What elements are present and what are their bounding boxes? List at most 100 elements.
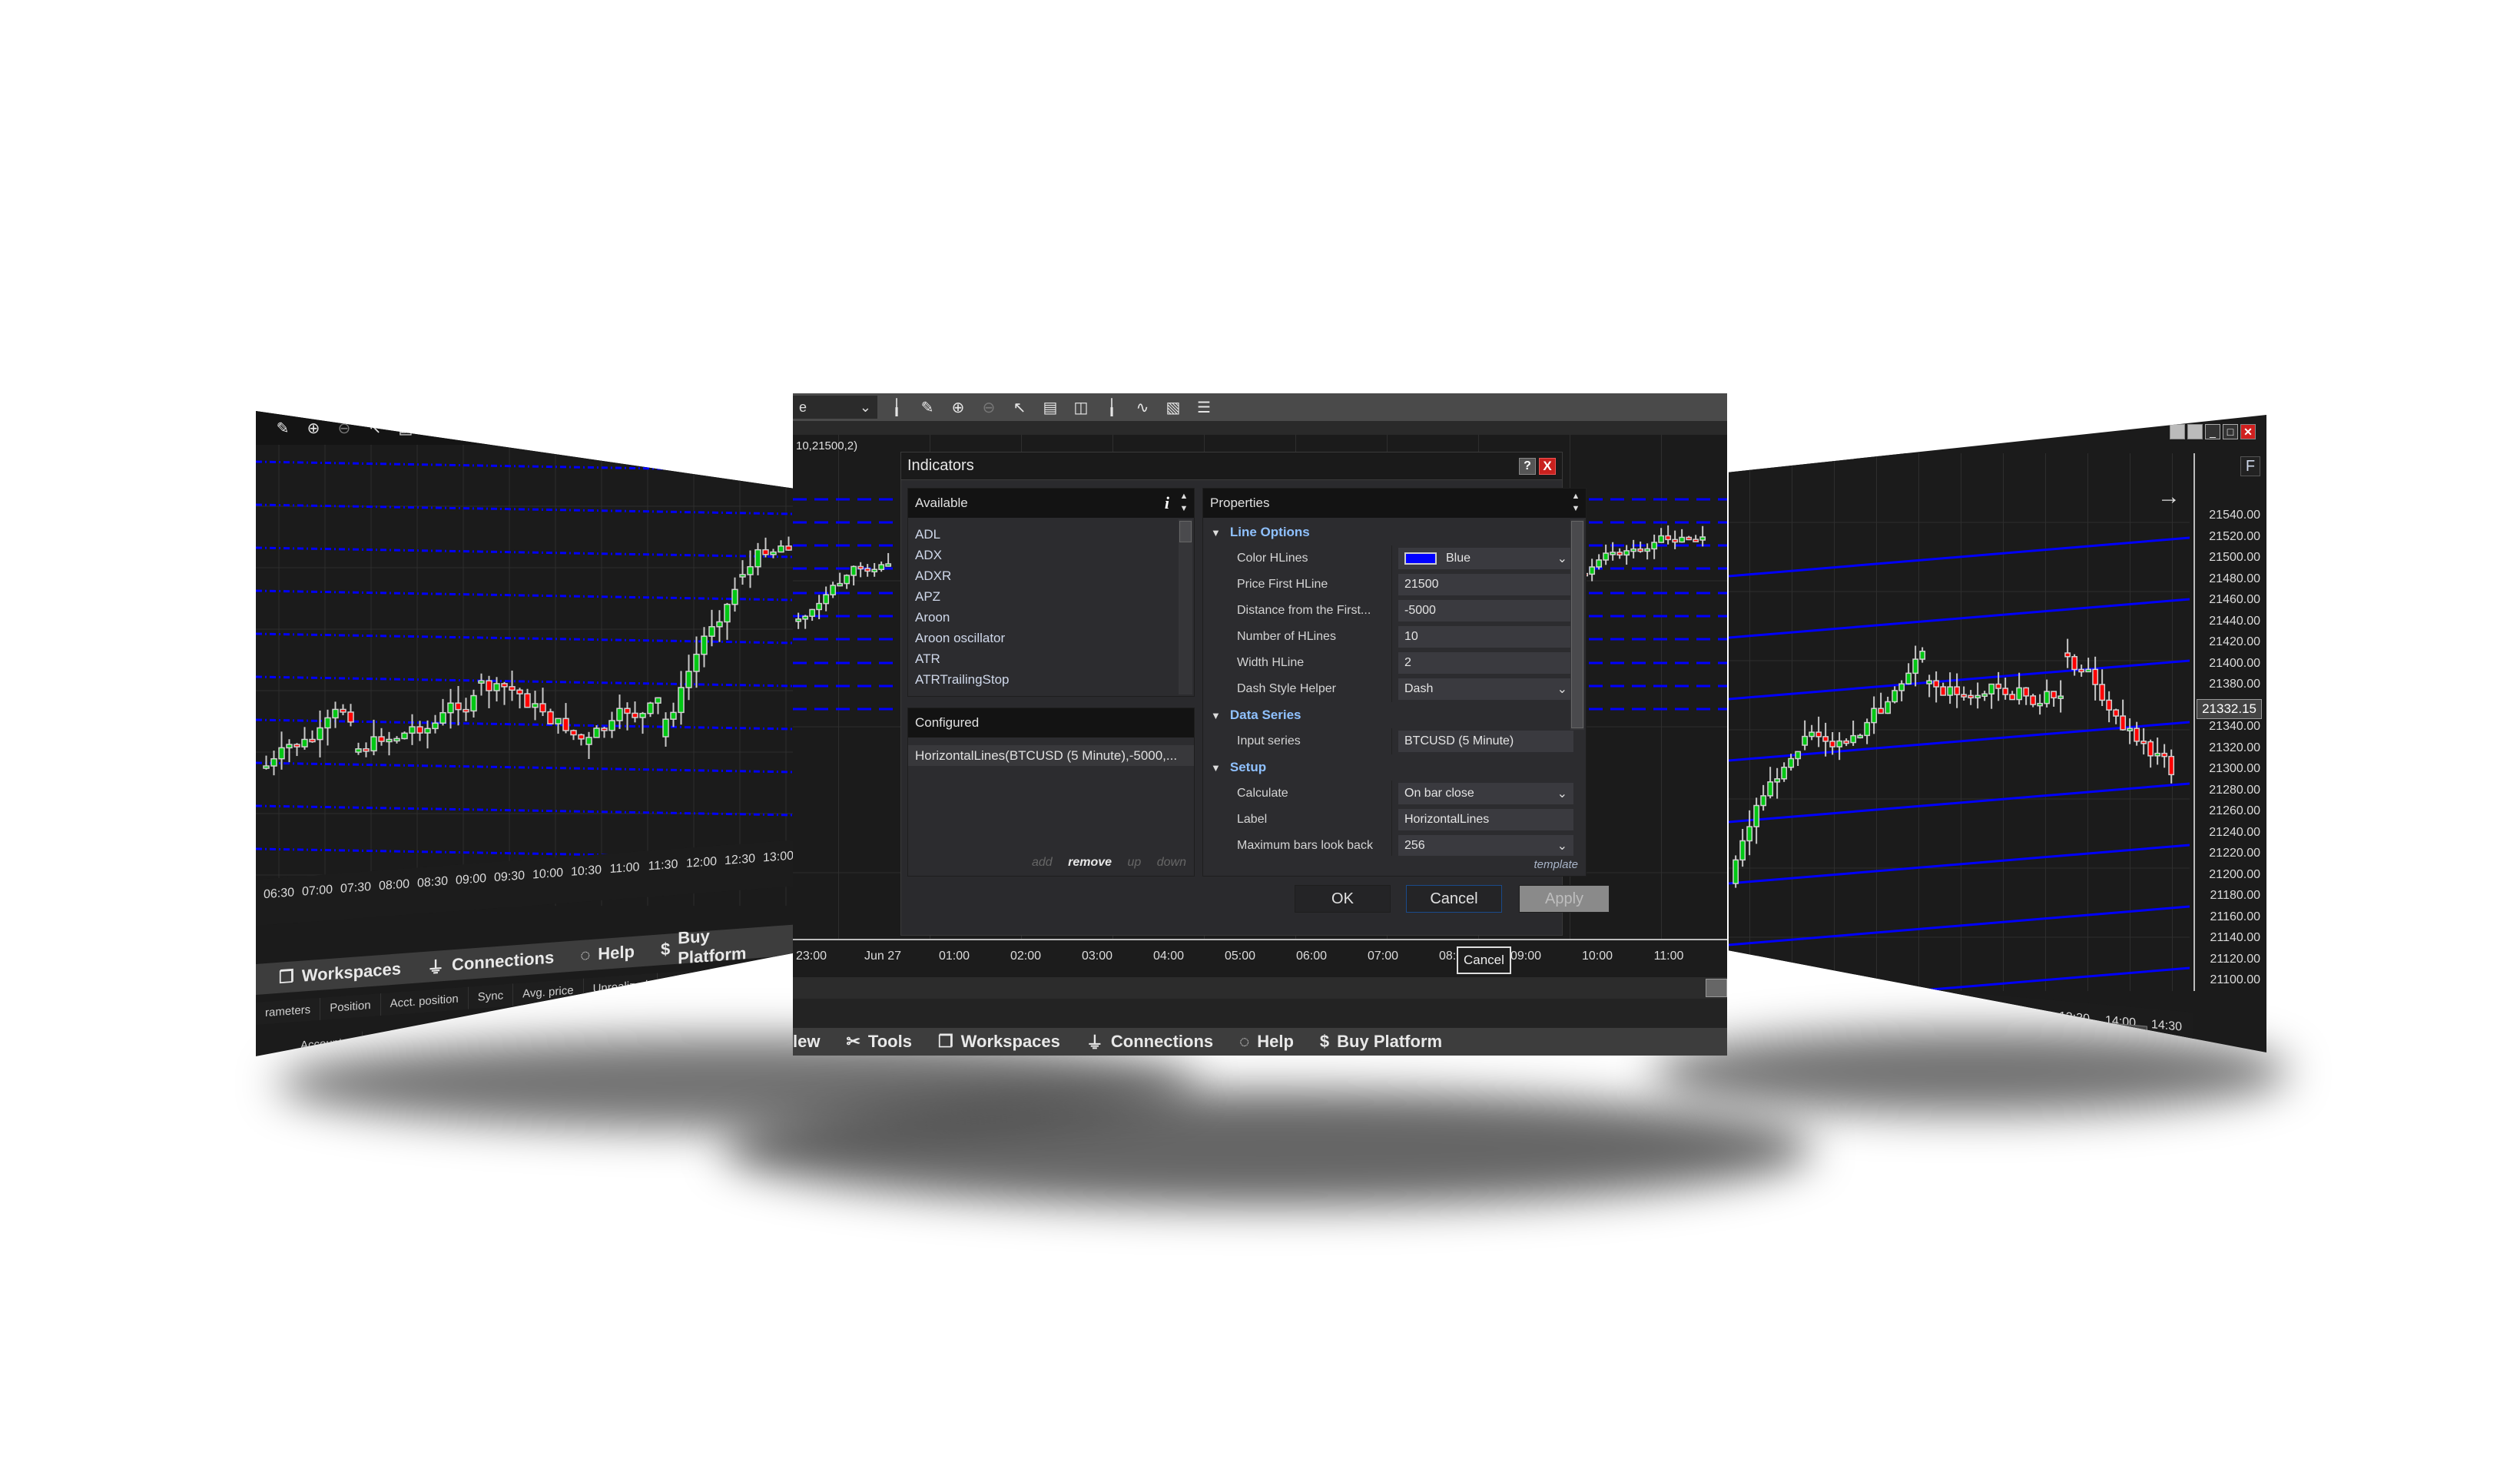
available-indicator[interactable]: ADX	[908, 545, 1194, 565]
grid-column-header[interactable]: Realized	[658, 968, 722, 996]
pointer-icon[interactable]: ↖	[363, 416, 386, 439]
property-input[interactable]: 21500	[1398, 574, 1573, 595]
property-select[interactable]: On bar close ⌄	[1398, 783, 1573, 804]
zoom-out-icon[interactable]: ⊖	[333, 416, 356, 439]
maximize-icon[interactable]: □	[2223, 424, 2238, 439]
sort-arrows-icon[interactable]: ▲ ▼	[1569, 490, 1583, 515]
property-select[interactable]: 256 ⌄	[1398, 835, 1573, 856]
available-scroll-thumb[interactable]	[1179, 521, 1192, 542]
template-link[interactable]: template	[1534, 858, 1578, 871]
properties-icon[interactable]: ◫	[1069, 396, 1093, 419]
available-indicator[interactable]: Aroon	[908, 607, 1194, 628]
property-input[interactable]: -5000	[1398, 600, 1573, 621]
grid-column-header[interactable]: rameters	[256, 997, 321, 1025]
bar-chart-icon[interactable]: ╽	[1100, 396, 1123, 419]
zoom-in-icon[interactable]: ⊕	[302, 416, 325, 439]
properties-icon[interactable]: ◫	[425, 416, 448, 439]
left-chart-area[interactable]	[256, 445, 794, 906]
minimize-icon[interactable]: _	[2205, 424, 2220, 439]
collapse-triangle-icon[interactable]: ▼	[1211, 762, 1221, 774]
strategy-icon[interactable]: ▧	[517, 416, 540, 439]
property-input[interactable]: 10	[1398, 626, 1573, 648]
menu-item-connections[interactable]: ⏚ Connections	[427, 945, 554, 979]
tab-accounts[interactable]: Accounts	[287, 1031, 363, 1056]
property-input[interactable]: HorizontalLines	[1398, 809, 1573, 830]
property-input[interactable]: BTCUSD (5 Minute)	[1398, 731, 1573, 752]
remove-button[interactable]: remove	[1068, 856, 1112, 869]
zoom-in-icon[interactable]: ⊕	[947, 396, 970, 419]
add-button[interactable]: add	[1032, 856, 1053, 869]
cancel-button[interactable]: Cancel	[1406, 885, 1502, 913]
grid-column-header[interactable]: Unrealized	[583, 973, 658, 1001]
property-select[interactable]: Blue ⌄	[1398, 548, 1573, 569]
tab-log[interactable]: Log	[362, 1028, 410, 1051]
strategy-icon[interactable]: ▧	[1162, 396, 1185, 419]
menu-item-help[interactable]: ◌ Help	[1239, 1032, 1294, 1052]
menu-item-workspaces[interactable]: ❐ Workspaces	[279, 959, 401, 988]
drawing-tools-icon[interactable]: ∿	[486, 416, 509, 439]
property-select[interactable]: Dash ⌄	[1398, 678, 1573, 700]
bar-chart-icon[interactable]: ╽	[885, 396, 908, 419]
property-category[interactable]: ▼ Setup	[1203, 754, 1586, 781]
list-icon[interactable]: ☰	[1192, 396, 1215, 419]
available-indicator[interactable]: ATR	[908, 648, 1194, 669]
grid-column-header[interactable]: Acct. position	[380, 986, 469, 1016]
menu-item-help[interactable]: ◌ Help	[580, 942, 635, 966]
sort-arrows-icon[interactable]: ▲ ▼	[1177, 490, 1191, 515]
close-button[interactable]: X	[1539, 457, 1556, 475]
menu-item-connections[interactable]: ⏚ Connections	[1086, 1029, 1213, 1054]
property-category[interactable]: ▼ Line Options	[1203, 519, 1586, 545]
available-indicator[interactable]: ADXR	[908, 565, 1194, 586]
add-tab-button[interactable]: +	[410, 1025, 446, 1048]
data-box-icon[interactable]: ▤	[1039, 396, 1062, 419]
dialog-title-bar[interactable]: Indicators ? X	[901, 452, 1562, 480]
candle-bear	[1672, 539, 1679, 543]
up-button[interactable]: up	[1128, 856, 1142, 869]
pointer-icon[interactable]: ↖	[1008, 396, 1031, 419]
tile-icon[interactable]	[2170, 424, 2185, 439]
collapse-triangle-icon[interactable]: ▼	[1211, 527, 1221, 539]
grid-column-header[interactable]: Avg. price	[513, 978, 584, 1006]
property-input[interactable]: 2	[1398, 652, 1573, 674]
ok-button[interactable]: OK	[1295, 885, 1391, 913]
menu-item-workspaces[interactable]: ❐ Workspaces	[938, 1032, 1060, 1052]
property-category[interactable]: ▼ Data Series	[1203, 702, 1586, 728]
menu-item-buy-platform[interactable]: $ Buy Platform	[661, 922, 768, 970]
properties-scroll-thumb[interactable]	[1571, 521, 1583, 728]
center-horizontal-scrollbar[interactable]	[793, 977, 1727, 999]
arrow-right-icon[interactable]: →	[2157, 484, 2180, 510]
apply-button[interactable]: Apply	[1519, 885, 1610, 913]
scrollbar-thumb[interactable]	[1706, 979, 1727, 997]
zoom-out-icon[interactable]: ⊖	[977, 396, 1000, 419]
menu-item-buy-platform[interactable]: $ Buy Platform	[1320, 1032, 1442, 1052]
pencil-icon[interactable]: ✎	[916, 396, 939, 419]
properties-scrollbar[interactable]	[1570, 519, 1584, 730]
menu-item-tools[interactable]: ✂ Tools	[846, 1032, 911, 1052]
list-icon[interactable]: ☰	[548, 416, 571, 439]
available-indicator[interactable]: Aroon oscillator	[908, 628, 1194, 648]
right-chart-area[interactable]: →	[1729, 453, 2190, 991]
property-value-wrap: 2	[1404, 656, 1411, 670]
available-scrollbar[interactable]	[1179, 519, 1192, 694]
right-price-axis[interactable]: F 21540.00 21520.00 21500.00 21480.00 21460.…	[2193, 453, 2266, 991]
instrument-selector[interactable]: e ⌄	[793, 396, 877, 419]
tile-icon[interactable]	[2187, 424, 2203, 439]
format-button[interactable]: F	[2240, 456, 2260, 476]
grid-column-header[interactable]: Sync	[468, 983, 514, 1009]
bar-chart-icon[interactable]: ╽	[456, 416, 479, 439]
down-button[interactable]: down	[1157, 856, 1186, 869]
grid-column-header[interactable]: Position	[320, 993, 381, 1020]
collapse-triangle-icon[interactable]: ▼	[1211, 710, 1221, 721]
grid-column-header[interactable]: Account disp	[721, 962, 794, 991]
available-indicator[interactable]: APZ	[908, 586, 1194, 607]
drawing-tools-icon[interactable]: ∿	[1131, 396, 1154, 419]
close-icon[interactable]: ✕	[2240, 424, 2256, 439]
available-indicator[interactable]: ATRTrailingStop	[908, 669, 1194, 690]
configured-indicator[interactable]: HorizontalLines(BTCUSD (5 Minute),-5000,…	[908, 745, 1194, 766]
menu-item-lew[interactable]: lew	[793, 1032, 820, 1052]
help-button[interactable]: ?	[1519, 457, 1536, 475]
available-indicator[interactable]: ADL	[908, 524, 1194, 545]
data-box-icon[interactable]: ▤	[394, 416, 417, 439]
pencil-icon[interactable]: ✎	[271, 416, 294, 439]
info-icon[interactable]: i	[1165, 493, 1169, 513]
